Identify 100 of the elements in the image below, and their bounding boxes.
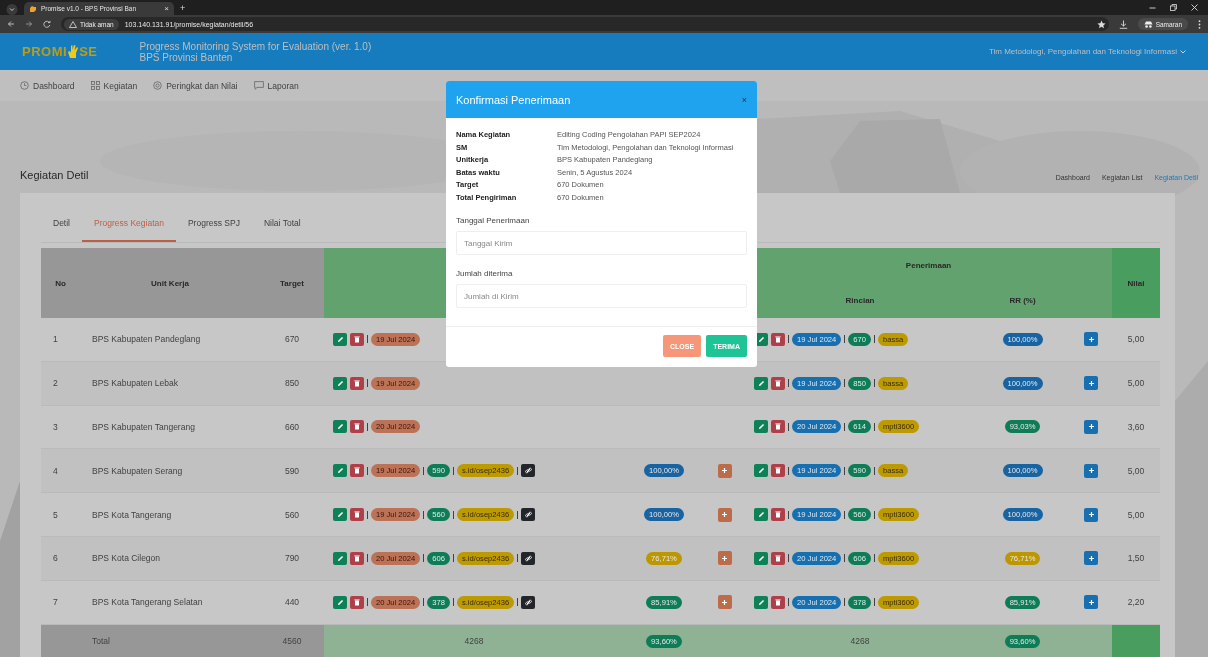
delete-button[interactable]	[771, 464, 786, 478]
edit-button[interactable]	[754, 595, 769, 609]
add-button[interactable]	[717, 595, 732, 610]
delete-button[interactable]	[771, 420, 786, 434]
pencil-icon	[757, 467, 765, 475]
clock-icon	[20, 81, 29, 90]
table-cell: BPS Kabupaten Pandeglang	[92, 334, 201, 345]
incognito-icon	[1143, 20, 1153, 28]
plus-icon	[721, 598, 728, 606]
link-button[interactable]	[521, 508, 536, 522]
pencil-icon	[336, 511, 344, 519]
pencil-icon	[336, 467, 344, 475]
nav-item[interactable]: Kegiatan	[90, 80, 138, 91]
nav-item[interactable]: Peringkat dan Nilai	[153, 80, 238, 91]
edit-button[interactable]	[333, 595, 347, 609]
grid-icon	[90, 81, 100, 90]
chat-icon	[253, 81, 264, 90]
trash-icon	[354, 598, 360, 606]
edit-button[interactable]	[754, 420, 769, 434]
column-header: Nilai	[1112, 248, 1161, 318]
table-cell: BPS Kota Tangerang Selatan	[92, 597, 203, 608]
edit-button[interactable]	[333, 420, 347, 434]
pencil-icon	[757, 335, 765, 343]
nav-item[interactable]: Dashboard	[20, 80, 75, 91]
delete-button[interactable]	[771, 551, 786, 565]
delete-button[interactable]	[771, 376, 786, 390]
hand-icon	[67, 44, 80, 59]
table-cell: 1,50	[1127, 553, 1145, 564]
plus-icon	[1087, 511, 1095, 519]
add-button[interactable]	[1084, 332, 1099, 347]
pencil-icon	[757, 554, 765, 562]
edit-button[interactable]	[333, 376, 347, 390]
nav-item[interactable]: Laporan	[253, 80, 299, 91]
tab[interactable]: Detil	[41, 205, 82, 242]
edit-button[interactable]	[754, 464, 769, 478]
field-label: Jumlah diterima	[456, 269, 514, 278]
table-cell: 4	[53, 465, 58, 476]
delete-button[interactable]	[350, 595, 364, 609]
table-cell: BPS Kabupaten Lebak	[92, 378, 178, 389]
add-button[interactable]	[1084, 376, 1099, 391]
link-button[interactable]	[521, 464, 536, 478]
edit-button[interactable]	[333, 551, 347, 565]
close-button[interactable]: ×	[741, 94, 747, 105]
pencil-icon	[757, 423, 765, 431]
delete-button[interactable]	[350, 508, 364, 522]
delete-button[interactable]	[350, 464, 364, 478]
link-button[interactable]	[521, 595, 536, 609]
plus-icon	[1087, 379, 1095, 387]
delete-button[interactable]	[771, 332, 786, 346]
add-button[interactable]	[1084, 507, 1099, 522]
new-tab-button[interactable]: +	[180, 2, 186, 15]
more-icon	[1198, 19, 1201, 29]
table-cell: 660	[284, 422, 300, 432]
add-button[interactable]	[717, 507, 732, 522]
link-icon	[524, 598, 532, 606]
table-cell: 560	[284, 509, 300, 520]
medal-icon	[153, 81, 163, 90]
tab[interactable]: Progress SPJ	[175, 205, 252, 242]
pencil-icon	[336, 379, 344, 387]
add-button[interactable]	[717, 463, 732, 478]
trash-icon	[775, 423, 782, 431]
edit-button[interactable]	[754, 508, 769, 522]
add-button[interactable]	[717, 551, 732, 566]
delete-button[interactable]	[350, 376, 364, 390]
edit-button[interactable]	[333, 508, 347, 522]
add-button[interactable]	[1084, 595, 1099, 610]
add-button[interactable]	[1084, 551, 1099, 566]
add-button[interactable]	[1084, 420, 1099, 434]
edit-button[interactable]	[333, 332, 347, 346]
table-cell: 5,00	[1127, 509, 1145, 520]
tab[interactable]: Nilai Total	[251, 205, 313, 242]
edit-button[interactable]	[754, 376, 769, 390]
delete-button[interactable]	[350, 420, 364, 434]
plus-icon	[1087, 554, 1095, 562]
trash-icon	[354, 335, 360, 343]
link-icon	[524, 554, 532, 562]
link-icon	[524, 511, 532, 519]
pencil-icon	[336, 598, 344, 606]
column-header: Unit Kerja	[80, 248, 260, 318]
pencil-icon	[336, 335, 344, 343]
forward-icon	[25, 20, 33, 28]
table-cell: 2,20	[1127, 597, 1145, 608]
delete-button[interactable]	[350, 332, 364, 346]
delete-button[interactable]	[771, 595, 786, 609]
table-cell: 440	[284, 597, 300, 608]
input-field[interactable]: Tanggal Kirim	[456, 231, 747, 255]
pencil-icon	[757, 511, 765, 519]
plus-icon	[1087, 598, 1095, 606]
link-button[interactable]	[521, 551, 536, 565]
delete-button[interactable]	[350, 551, 364, 565]
trash-icon	[775, 335, 782, 343]
delete-button[interactable]	[771, 508, 786, 522]
edit-button[interactable]	[754, 551, 769, 565]
star-icon	[1096, 19, 1106, 29]
add-button[interactable]	[1084, 463, 1099, 478]
table-cell: 5,00	[1127, 465, 1145, 476]
input-field[interactable]: Jumlah di Kirim	[456, 284, 747, 308]
edit-button[interactable]	[333, 464, 347, 478]
trash-icon	[775, 598, 782, 606]
logo-text: PROMI	[22, 44, 68, 59]
